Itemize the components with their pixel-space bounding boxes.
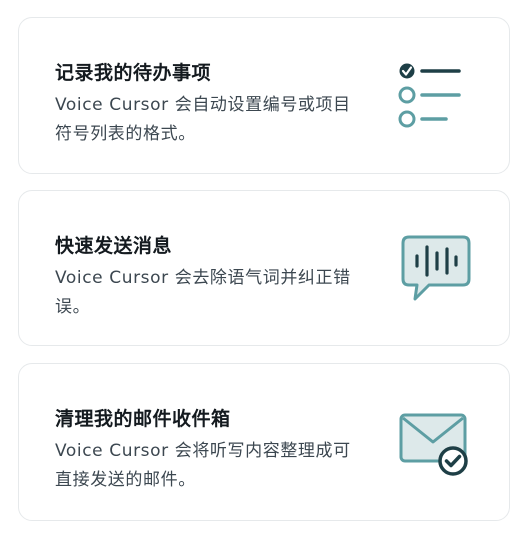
email-check-icon: [395, 405, 475, 485]
card-title: 快速发送消息: [55, 235, 173, 257]
voice-message-icon: [395, 227, 475, 307]
card-description: Voice Cursor 会将听写内容整理成可直接发送的邮件。: [55, 441, 351, 490]
card-description: Voice Cursor 会自动设置编号或项目符号列表的格式。: [55, 95, 351, 144]
card-description: Voice Cursor 会去除语气词并纠正错误。: [55, 268, 351, 317]
card-email-inbox[interactable]: 清理我的邮件收件箱 Voice Cursor 会将听写内容整理成可直接发送的邮件…: [18, 363, 510, 521]
card-quick-message[interactable]: 快速发送消息 Voice Cursor 会去除语气词并纠正错误。: [18, 190, 510, 346]
card-todo-list[interactable]: 记录我的待办事项 Voice Cursor 会自动设置编号或项目符号列表的格式。: [18, 17, 510, 174]
card-title: 清理我的邮件收件箱: [55, 408, 231, 430]
checklist-icon: [395, 54, 475, 134]
card-title: 记录我的待办事项: [55, 62, 212, 84]
